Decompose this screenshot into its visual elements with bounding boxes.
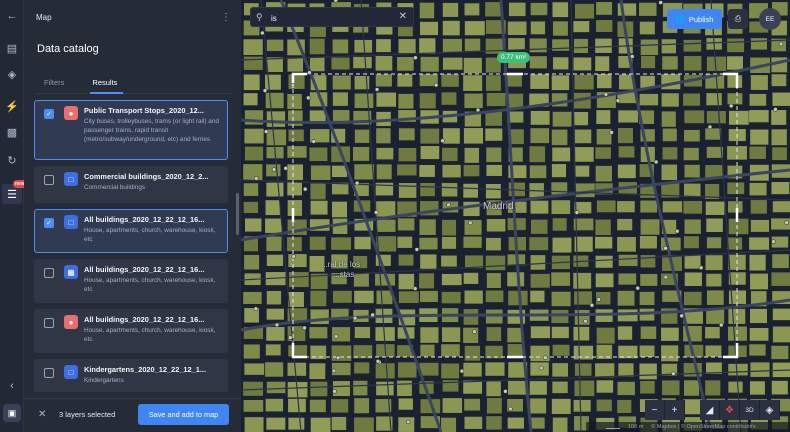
chat-icon[interactable]: ▣ bbox=[3, 404, 21, 422]
pin-icon: ● bbox=[64, 106, 78, 120]
page-title: Data catalog bbox=[37, 43, 99, 55]
panel-footer: ✕ 3 layers selected Save and add to map bbox=[24, 398, 241, 432]
save-and-add-button[interactable]: Save and add to map bbox=[138, 404, 229, 425]
scale-bar bbox=[606, 425, 620, 429]
layer-description: Commercial buildings bbox=[84, 184, 146, 191]
list-item[interactable]: ✓ ● Public Transport Stops_2020_12... Ci… bbox=[34, 100, 228, 160]
scrollbar[interactable] bbox=[236, 193, 239, 235]
more-options-icon[interactable]: ⋮ bbox=[221, 12, 231, 23]
lightning-icon[interactable]: ⚡ bbox=[2, 96, 22, 116]
list-item[interactable]: ▦ All buildings_2020_12_22_12_16... Hous… bbox=[34, 259, 228, 303]
layer-title: All buildings_2020_12_22_12_16... bbox=[84, 315, 205, 324]
compass-icon[interactable]: ❖ bbox=[720, 400, 740, 420]
selected-count: 3 layers selected bbox=[59, 410, 116, 419]
map-canvas[interactable]: ⚲ ✕ 0.77 km² Madrid ...ral de los ...sta… bbox=[241, 0, 790, 432]
checkbox[interactable] bbox=[44, 318, 54, 328]
tab-filters[interactable]: Filters bbox=[36, 72, 70, 93]
zoom-out-button[interactable]: − bbox=[645, 400, 665, 420]
layer-description: House, apartments, church, warehouse, ki… bbox=[84, 277, 216, 293]
panel-label: Map bbox=[36, 12, 52, 22]
layer-title: Kindergartens_2020_12_22_12_1... bbox=[84, 365, 207, 374]
scale-label: 100 m bbox=[628, 424, 644, 430]
globe-icon: 🌐 bbox=[675, 14, 685, 24]
checkbox[interactable] bbox=[44, 175, 54, 185]
avatar[interactable]: EE bbox=[759, 8, 781, 30]
ruler-icon[interactable]: ◢ bbox=[700, 400, 720, 420]
pin-icon: ● bbox=[64, 315, 78, 329]
clear-search-icon[interactable]: ✕ bbox=[399, 11, 407, 22]
polygon-icon: □ bbox=[64, 365, 78, 379]
clear-selection-icon[interactable]: ✕ bbox=[38, 409, 46, 420]
zoom-in-button[interactable]: + bbox=[665, 400, 685, 420]
collapse-chevron-icon[interactable]: ‹ bbox=[2, 376, 22, 396]
refresh-icon[interactable]: ↻ bbox=[2, 150, 22, 170]
layer-title: All buildings_2020_12_22_12_16... bbox=[84, 215, 205, 224]
document-icon[interactable]: ▤ bbox=[2, 38, 22, 58]
checkbox[interactable] bbox=[44, 268, 54, 278]
panel-header: Map ⋮ bbox=[36, 10, 231, 24]
bar-chart-icon[interactable]: ▩ bbox=[2, 122, 22, 142]
search-icon: ⚲ bbox=[256, 12, 263, 22]
layers-icon[interactable]: ◈ bbox=[760, 400, 780, 420]
layer-description: City buses, trolleybuses, trams (or ligh… bbox=[84, 118, 219, 143]
search-bar: ⚲ ✕ bbox=[250, 7, 414, 27]
layer-description: Kindergartens bbox=[84, 377, 124, 384]
list-item[interactable]: □ Commercial buildings_2020_12_2... Comm… bbox=[34, 166, 228, 203]
print-icon[interactable]: ⎙ bbox=[728, 9, 748, 29]
list-item[interactable]: ● All buildings_2020_12_22_12_16... Hous… bbox=[34, 309, 228, 353]
map-attribution: 100 m © Mapbox | © OpenStreetMap contrib… bbox=[586, 422, 790, 432]
place-label: ...ral de los bbox=[321, 260, 361, 269]
checkbox[interactable]: ✓ bbox=[44, 218, 54, 228]
attribution-text[interactable]: © Mapbox | © OpenStreetMap contributors bbox=[651, 424, 755, 430]
city-label: Madrid bbox=[483, 201, 514, 212]
list-item[interactable]: □ Kindergartens_2020_12_22_12_1... Kinde… bbox=[34, 359, 228, 392]
results-list: ✓ ● Public Transport Stops_2020_12... Ci… bbox=[34, 100, 228, 392]
map-view-controls: ◢ ❖ 3D ◈ bbox=[700, 400, 780, 420]
checkbox[interactable]: ✓ bbox=[44, 109, 54, 119]
layer-title: Commercial buildings_2020_12_2... bbox=[84, 172, 209, 181]
left-rail: ← ▤ ◈ ⚡ ▩ ↻ ☰ new ‹ ▣ bbox=[0, 0, 27, 432]
layer-title: All buildings_2020_12_22_12_16... bbox=[84, 265, 205, 274]
polygon-icon: □ bbox=[64, 172, 78, 186]
polygon-icon: □ bbox=[64, 215, 78, 229]
building-blocks bbox=[243, 2, 790, 432]
tabs: Filters Results bbox=[36, 72, 231, 94]
data-catalog-panel: Map ⋮ Data catalog Filters Results ✓ ● P… bbox=[24, 0, 241, 432]
tab-results[interactable]: Results bbox=[84, 72, 124, 94]
search-input[interactable] bbox=[271, 11, 391, 25]
layers-icon[interactable]: ◈ bbox=[2, 64, 22, 84]
list-item[interactable]: ✓ □ All buildings_2020_12_22_12_16... Ho… bbox=[34, 209, 228, 253]
checkbox[interactable] bbox=[44, 368, 54, 378]
layer-title: Public Transport Stops_2020_12... bbox=[84, 106, 204, 115]
publish-label: Publish bbox=[688, 14, 714, 24]
zoom-controls: − + bbox=[645, 400, 685, 420]
back-arrow-icon[interactable]: ← bbox=[2, 6, 22, 26]
publish-button[interactable]: 🌐 Publish bbox=[667, 9, 722, 29]
grid-icon: ▦ bbox=[64, 265, 78, 279]
area-badge: 0.77 km² bbox=[497, 52, 531, 63]
layer-description: House, apartments, church, warehouse, ki… bbox=[84, 227, 216, 243]
map-tiles bbox=[241, 0, 790, 432]
layer-description: House, apartments, church, warehouse, ki… bbox=[84, 327, 216, 343]
place-label: ...stas bbox=[333, 270, 355, 279]
3d-toggle-button[interactable]: 3D bbox=[740, 400, 760, 420]
